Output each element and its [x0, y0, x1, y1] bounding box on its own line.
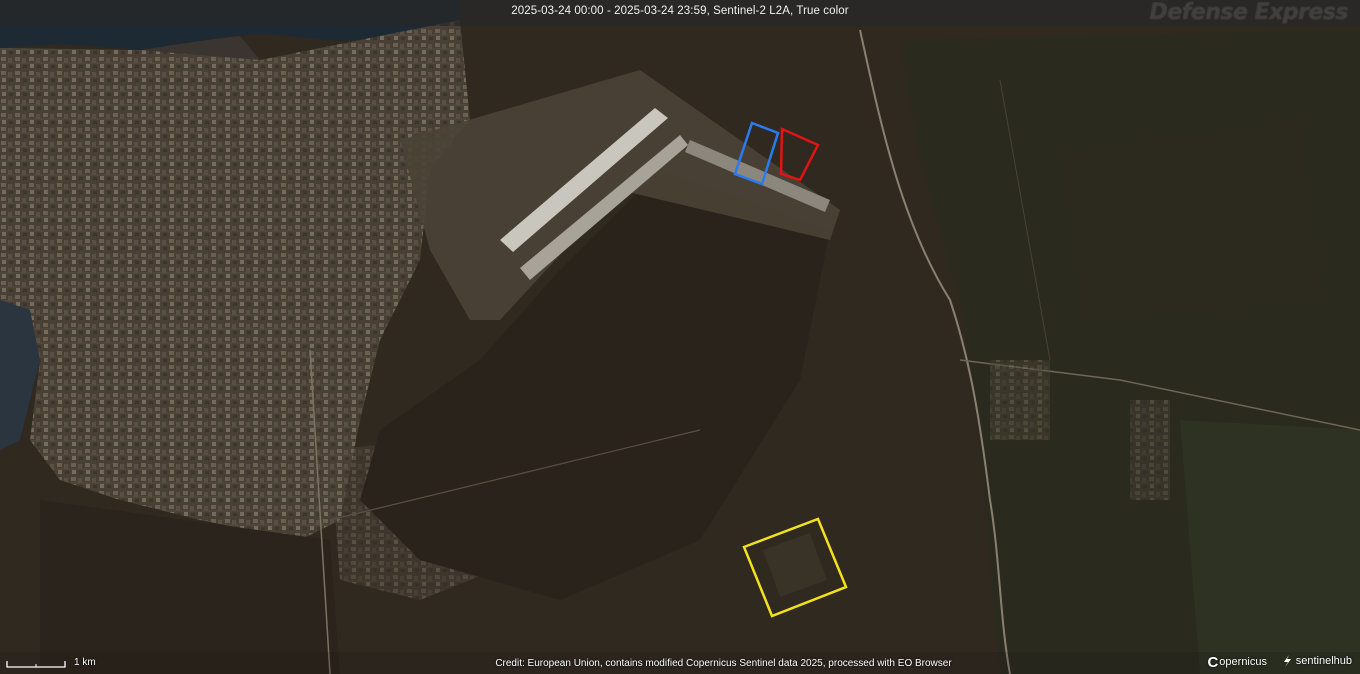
sentinelhub-logo-icon[interactable]: sentinelhub: [1281, 654, 1352, 668]
village-far-right: [1130, 400, 1170, 500]
satellite-map-viewer: 2025-03-24 00:00 - 2025-03-24 23:59, Sen…: [0, 0, 1360, 674]
satellite-imagery[interactable]: [0, 0, 1360, 674]
copernicus-logo-text: opernicus: [1219, 656, 1267, 668]
copernicus-logo-initial: C: [1207, 653, 1219, 671]
village-right: [990, 360, 1050, 440]
field-top-right: [1060, 120, 1320, 320]
credit-text: Credit: European Union, contains modifie…: [495, 658, 952, 669]
copernicus-logo-icon[interactable]: Copernicus: [1207, 653, 1267, 671]
sentinelhub-mark-icon: [1283, 655, 1291, 667]
watermark-logo: Defense Express: [1149, 0, 1349, 25]
field-right-green: [1180, 420, 1360, 674]
sentinelhub-logo-text: sentinelhub: [1295, 655, 1352, 667]
